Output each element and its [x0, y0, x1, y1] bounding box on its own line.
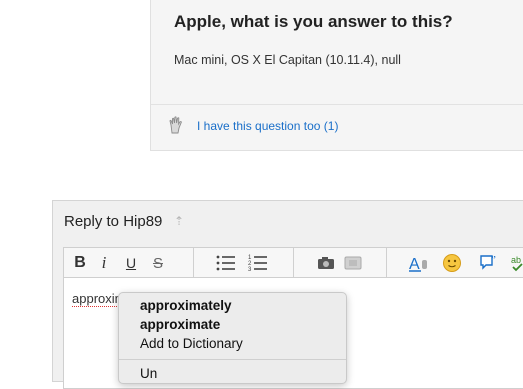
image-icon[interactable]: [344, 253, 362, 273]
camera-icon[interactable]: [317, 253, 335, 273]
suggestion-approximate[interactable]: approximate: [140, 317, 220, 332]
toolbar-separator: [193, 248, 194, 278]
font-style-icon[interactable]: A: [409, 253, 431, 273]
quote-icon[interactable]: ”: [480, 253, 500, 273]
emoji-icon[interactable]: [442, 253, 462, 273]
numbered-list-icon[interactable]: 123: [248, 253, 268, 273]
spellcheck-icon[interactable]: ab: [511, 253, 523, 273]
svg-text:3: 3: [248, 267, 252, 273]
toolbar-separator: [386, 248, 387, 278]
bulleted-list-icon[interactable]: [216, 253, 236, 273]
bold-button[interactable]: B: [73, 253, 87, 273]
add-to-dictionary[interactable]: Add to Dictionary: [140, 336, 243, 351]
svg-text:”: ”: [491, 254, 496, 266]
question-card: Apple, what is you answer to this? Mac m…: [150, 0, 523, 151]
question-device-info: Mac mini, OS X El Capitan (10.11.4), nul…: [174, 53, 401, 67]
menu-item-partial[interactable]: Un: [140, 366, 157, 381]
me-too-link[interactable]: I have this question too (1): [197, 119, 338, 133]
reply-title: Reply to Hip89: [64, 213, 163, 230]
me-too-close: ): [334, 119, 339, 133]
svg-text:ab: ab: [511, 255, 521, 265]
divider: [151, 104, 523, 105]
me-too-label: I have this question too (: [197, 119, 328, 133]
underline-button[interactable]: U: [125, 253, 137, 273]
toolbar-separator: [293, 248, 294, 278]
italic-button[interactable]: i: [99, 253, 109, 273]
question-title: Apple, what is you answer to this?: [174, 12, 453, 31]
spellcheck-context-menu: approximately approximate Add to Diction…: [118, 292, 347, 384]
editor-toolbar: B i U S 123 A ” ab: [63, 247, 523, 278]
menu-divider: [119, 359, 346, 360]
raised-hand-icon[interactable]: [168, 116, 184, 134]
reply-up-arrow-icon[interactable]: ⇡: [174, 214, 184, 228]
suggestion-approximately[interactable]: approximately: [140, 298, 232, 313]
strikethrough-button[interactable]: S: [152, 253, 164, 273]
